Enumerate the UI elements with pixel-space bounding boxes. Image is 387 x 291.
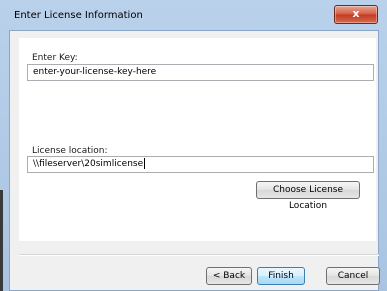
license-location-label: License location: (32, 146, 108, 156)
window-edge-shadow (0, 190, 3, 291)
license-key-value: enter-your-license-key-here (33, 67, 157, 77)
cancel-button[interactable]: Cancel (326, 267, 380, 285)
finish-button-label: Finish (268, 271, 294, 281)
title-bar[interactable]: Enter License Information x (0, 0, 387, 30)
cancel-button-label: Cancel (337, 271, 369, 281)
license-key-input[interactable]: enter-your-license-key-here (27, 64, 374, 81)
back-button[interactable]: < Back (206, 267, 252, 285)
back-button-label: < Back (212, 271, 246, 281)
close-button[interactable]: x (334, 5, 378, 24)
dialog-window: Enter License Information x Enter Key: e… (0, 0, 387, 291)
enter-key-label: Enter Key: (32, 53, 78, 63)
choose-license-location-button[interactable]: Choose License Location (256, 181, 360, 211)
license-location-value: \\fileserver\20simlicense (33, 159, 144, 169)
window-title: Enter License Information (14, 10, 143, 21)
close-icon: x (352, 7, 360, 20)
button-separator (19, 254, 379, 256)
text-caret (144, 158, 146, 169)
finish-button[interactable]: Finish (257, 267, 305, 285)
license-location-input[interactable]: \\fileserver\20simlicense (27, 156, 374, 173)
